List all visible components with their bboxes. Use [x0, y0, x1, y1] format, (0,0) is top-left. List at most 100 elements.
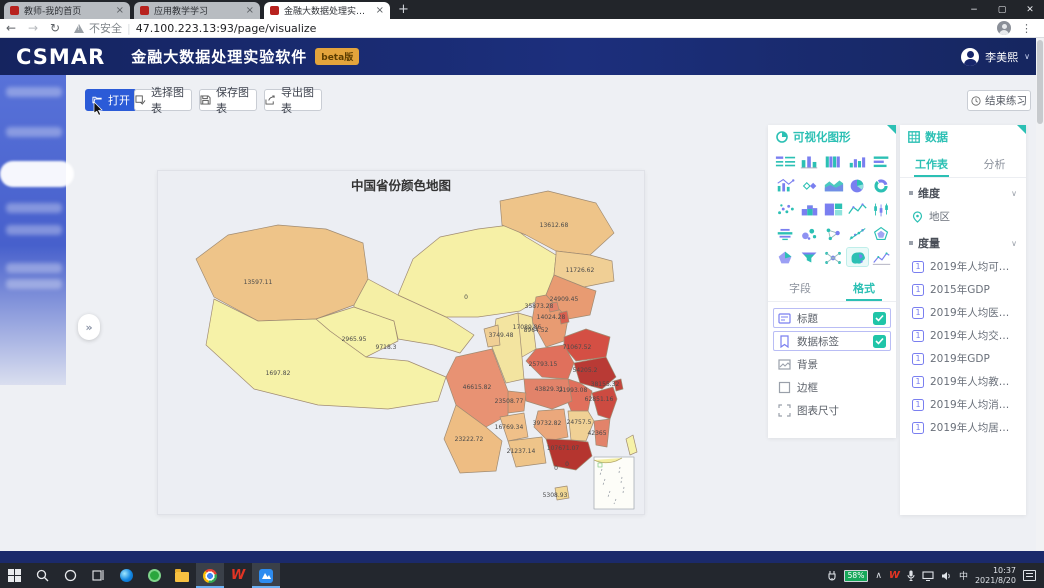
format-option-border[interactable]: 边框 [773, 377, 891, 397]
reload-icon[interactable]: ↻ [44, 21, 66, 35]
checkbox-checked-icon[interactable] [873, 335, 886, 348]
user-menu[interactable]: 李美熙 ∨ [961, 48, 1030, 66]
browser-profile-icon[interactable] [997, 21, 1011, 35]
funnel-chart-icon[interactable] [799, 248, 820, 266]
tab-worksheet[interactable]: 工作表 [900, 150, 963, 177]
panel-fold-corner[interactable] [1017, 125, 1026, 134]
bubble-chart-icon[interactable] [799, 224, 820, 242]
clock[interactable]: 10:372021/8/20 [975, 566, 1016, 586]
radar-chart-icon[interactable] [871, 224, 892, 242]
browser-scrollbar[interactable] [1036, 38, 1044, 551]
province-zhejiang[interactable] [592, 387, 617, 419]
speaker-icon[interactable] [941, 571, 952, 581]
taskbar-browser-green-button[interactable] [140, 563, 168, 588]
relation-graph-icon[interactable] [823, 248, 844, 266]
battery-indicator[interactable]: 58% [844, 570, 869, 582]
tab-close-icon[interactable]: × [116, 5, 124, 16]
measure-item[interactable]: 12019年GDP [900, 347, 1026, 370]
measures-header[interactable]: 度量 ∨ [900, 228, 1026, 255]
number-field-icon: 1 [912, 284, 924, 296]
measure-item[interactable]: 12019年人均消费支出 [900, 393, 1026, 416]
tray-time: 10:37 [975, 566, 1016, 576]
network-graph-icon[interactable] [823, 224, 844, 242]
taskbar-file-explorer-button[interactable] [168, 563, 196, 588]
taskbar-chrome-button[interactable] [196, 563, 224, 588]
trend-scatter-icon[interactable] [847, 224, 868, 242]
back-icon[interactable]: ← [0, 21, 22, 35]
scrollbar-thumb[interactable] [1037, 40, 1043, 124]
ime-indicator[interactable]: 中 [959, 569, 968, 582]
bar-chart-icon[interactable] [799, 152, 820, 170]
address-bar[interactable]: 不安全 | 47.100.223.13:93/page/visualize [74, 20, 997, 36]
sidebar-expand-button[interactable]: » [78, 314, 100, 340]
line-chart-icon[interactable] [847, 200, 868, 218]
taskbar-wps-button[interactable]: W [224, 563, 252, 588]
donut-chart-icon[interactable] [871, 176, 892, 194]
pie-chart-icon[interactable] [847, 176, 868, 194]
export-chart-button[interactable]: 导出图表 [264, 89, 322, 111]
tab-close-icon[interactable]: × [376, 5, 384, 16]
table-chart-icon[interactable] [775, 152, 796, 170]
maximize-button[interactable]: ▢ [988, 0, 1016, 19]
measure-item[interactable]: 12019年人均可支配收入 [900, 255, 1026, 278]
microphone-icon[interactable] [907, 570, 915, 581]
save-chart-button[interactable]: 保存图表 [199, 89, 257, 111]
forward-icon[interactable]: → [22, 21, 44, 35]
horizontal-bar-icon[interactable] [871, 152, 892, 170]
diamond-scatter-icon[interactable] [799, 176, 820, 194]
scatter-plot-icon[interactable] [775, 200, 796, 218]
notification-center-icon[interactable] [1023, 570, 1036, 581]
format-option-background[interactable]: 背景 [773, 354, 891, 374]
taskbar-task-view-button[interactable] [84, 563, 112, 588]
close-button[interactable]: ✕ [1016, 0, 1044, 19]
minimize-button[interactable]: − [960, 0, 988, 19]
taskbar-start-button[interactable] [0, 563, 28, 588]
browser-tab-3-active[interactable]: 金融大数据处理实验软件 × [264, 2, 390, 19]
hidden-icons-chevron[interactable]: ∧ [875, 571, 882, 581]
dimensions-header[interactable]: 维度 ∨ [900, 178, 1026, 205]
new-tab-button[interactable]: + [398, 2, 409, 19]
measure-item[interactable]: 12015年GDP [900, 278, 1026, 301]
network-display-icon[interactable] [922, 571, 934, 581]
panel-fold-corner[interactable] [887, 125, 896, 134]
combo-chart-icon[interactable] [775, 176, 796, 194]
browser-tab-2[interactable]: 应用教学学习 × [134, 2, 260, 19]
browser-menu-icon[interactable]: ⋮ [1021, 22, 1032, 35]
taskbar-search-button[interactable] [28, 563, 56, 588]
histogram-icon[interactable] [823, 152, 844, 170]
column-chart-icon[interactable] [847, 152, 868, 170]
taskbar-edge-button[interactable] [112, 563, 140, 588]
checkbox-checked-icon[interactable] [873, 312, 886, 325]
province-guangdong[interactable] [546, 439, 592, 470]
measure-label: 2019年人均居住支出 [930, 420, 1016, 435]
wps-tray-icon[interactable]: W [889, 570, 900, 581]
format-option-data-label[interactable]: 数据标签 [773, 331, 891, 351]
candlestick-icon[interactable] [871, 200, 892, 218]
area-chart-icon[interactable] [823, 176, 844, 194]
stock-chart-icon[interactable] [871, 248, 892, 266]
polygon-chart-icon[interactable] [775, 248, 796, 266]
treemap-icon[interactable] [823, 200, 844, 218]
taskbar-cortana-button[interactable] [56, 563, 84, 588]
select-chart-button[interactable]: 选择图表 [134, 89, 192, 111]
format-option-title[interactable]: 标题 [773, 308, 891, 328]
measure-item[interactable]: 12019年人均居住支出 [900, 416, 1026, 439]
china-map-icon[interactable] [847, 248, 868, 266]
tab-format[interactable]: 格式 [832, 274, 896, 301]
browser-tab-1[interactable]: 教师-我的首页 × [4, 2, 130, 19]
province-taiwan[interactable] [626, 435, 637, 455]
chrome-icon [203, 569, 217, 583]
tab-close-icon[interactable]: × [246, 5, 254, 16]
tab-analysis[interactable]: 分析 [963, 150, 1026, 177]
stacked-chart-icon[interactable] [799, 200, 820, 218]
measure-item[interactable]: 12019年人均交通通信... [900, 324, 1026, 347]
tab-fields[interactable]: 字段 [768, 274, 832, 301]
measure-item[interactable]: 12019年人均医疗支出 [900, 301, 1026, 324]
province-hubei[interactable] [524, 379, 572, 409]
measure-item[interactable]: 12019年人均教育支出 [900, 370, 1026, 393]
end-practice-button[interactable]: 结束练习 [967, 90, 1031, 111]
taskbar-meeting-button[interactable] [252, 563, 280, 588]
format-option-chart-size[interactable]: 图表尺寸 [773, 400, 891, 420]
dimension-item-region[interactable]: 地区 [900, 205, 1026, 228]
word-cloud-icon[interactable] [775, 224, 796, 242]
